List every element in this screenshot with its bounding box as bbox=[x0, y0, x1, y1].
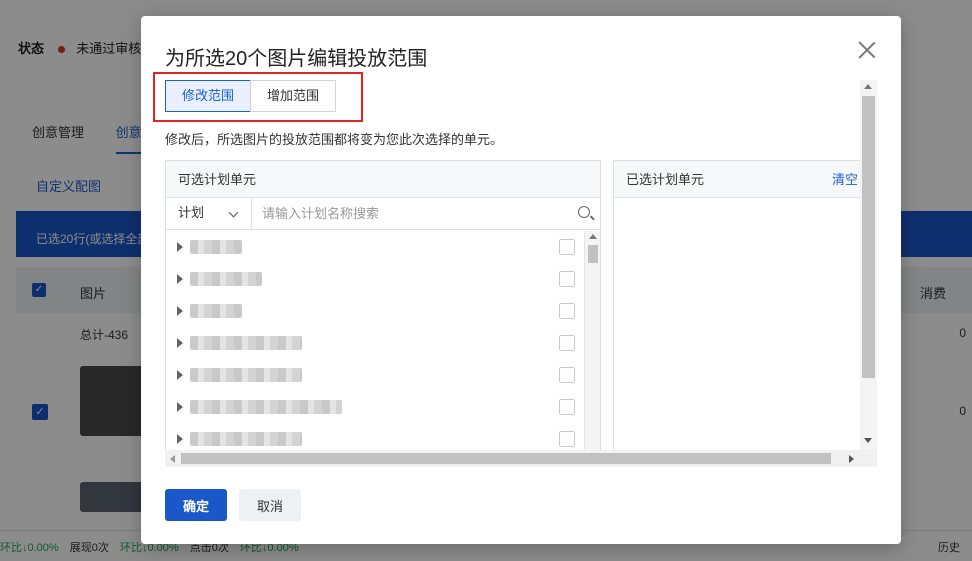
scrollbar-thumb[interactable] bbox=[862, 96, 875, 378]
plan-name-blurred bbox=[190, 240, 242, 254]
search-type-select[interactable]: 计划 bbox=[166, 198, 252, 229]
item-checkbox[interactable] bbox=[559, 271, 575, 287]
close-icon[interactable] bbox=[857, 40, 877, 60]
item-checkbox[interactable] bbox=[559, 239, 575, 255]
plan-name-blurred bbox=[190, 432, 302, 446]
available-units-panel: 可选计划单元 计划 bbox=[165, 160, 601, 452]
scroll-left-arrow-icon[interactable] bbox=[170, 455, 175, 463]
cancel-button[interactable]: 取消 bbox=[239, 489, 301, 521]
chevron-down-icon bbox=[228, 207, 239, 218]
item-checkbox[interactable] bbox=[559, 431, 575, 447]
list-item[interactable] bbox=[166, 295, 586, 327]
expand-caret-icon[interactable] bbox=[177, 274, 183, 284]
plan-tree-list bbox=[166, 231, 586, 451]
expand-caret-icon[interactable] bbox=[177, 338, 183, 348]
list-item[interactable] bbox=[166, 231, 586, 263]
plan-name-blurred bbox=[190, 368, 302, 382]
dialog-horizontal-scrollbar[interactable] bbox=[165, 450, 877, 467]
scroll-up-arrow-icon[interactable] bbox=[589, 234, 597, 239]
list-item[interactable] bbox=[166, 391, 586, 423]
available-units-title: 可选计划单元 bbox=[166, 161, 600, 198]
list-item[interactable] bbox=[166, 359, 586, 391]
search-icon[interactable] bbox=[570, 198, 600, 229]
selected-units-panel: 已选计划单元 清空 bbox=[613, 160, 863, 452]
dialog-title: 为所选20个图片编辑投放范围 bbox=[165, 48, 428, 70]
dialog-vertical-scrollbar[interactable] bbox=[860, 80, 877, 450]
scrollbar-thumb[interactable] bbox=[588, 245, 598, 263]
expand-caret-icon[interactable] bbox=[177, 402, 183, 412]
expand-caret-icon[interactable] bbox=[177, 242, 183, 252]
expand-caret-icon[interactable] bbox=[177, 306, 183, 316]
scroll-right-arrow-icon[interactable] bbox=[849, 455, 854, 463]
selected-units-header: 已选计划单元 清空 bbox=[614, 161, 862, 198]
highlight-annotation bbox=[153, 72, 363, 122]
edit-scope-dialog: 为所选20个图片编辑投放范围 修改范围 增加范围 修改后，所选图片的投放范围都将… bbox=[141, 16, 901, 544]
item-checkbox[interactable] bbox=[559, 399, 575, 415]
plan-name-blurred bbox=[190, 304, 242, 318]
expand-caret-icon[interactable] bbox=[177, 434, 183, 444]
scope-hint: 修改后，所选图片的投放范围都将变为您此次选择的单元。 bbox=[165, 132, 504, 147]
search-row: 计划 bbox=[166, 198, 600, 230]
selected-units-title: 已选计划单元 bbox=[626, 172, 705, 187]
plan-name-blurred bbox=[190, 272, 262, 286]
scrollbar-thumb[interactable] bbox=[181, 453, 831, 464]
list-scrollbar[interactable] bbox=[584, 231, 600, 451]
list-item[interactable] bbox=[166, 327, 586, 359]
list-item[interactable] bbox=[166, 263, 586, 295]
plan-search-input[interactable] bbox=[252, 198, 570, 229]
list-item[interactable] bbox=[166, 423, 586, 451]
search-type-value: 计划 bbox=[178, 205, 205, 220]
scroll-up-arrow-icon[interactable] bbox=[864, 84, 872, 89]
scroll-down-arrow-icon[interactable] bbox=[864, 438, 872, 443]
expand-caret-icon[interactable] bbox=[177, 370, 183, 380]
item-checkbox[interactable] bbox=[559, 303, 575, 319]
plan-name-blurred bbox=[190, 400, 342, 414]
clear-button[interactable]: 清空 bbox=[832, 161, 858, 198]
plan-name-blurred bbox=[190, 336, 302, 350]
item-checkbox[interactable] bbox=[559, 335, 575, 351]
confirm-button[interactable]: 确定 bbox=[165, 489, 227, 521]
item-checkbox[interactable] bbox=[559, 367, 575, 383]
